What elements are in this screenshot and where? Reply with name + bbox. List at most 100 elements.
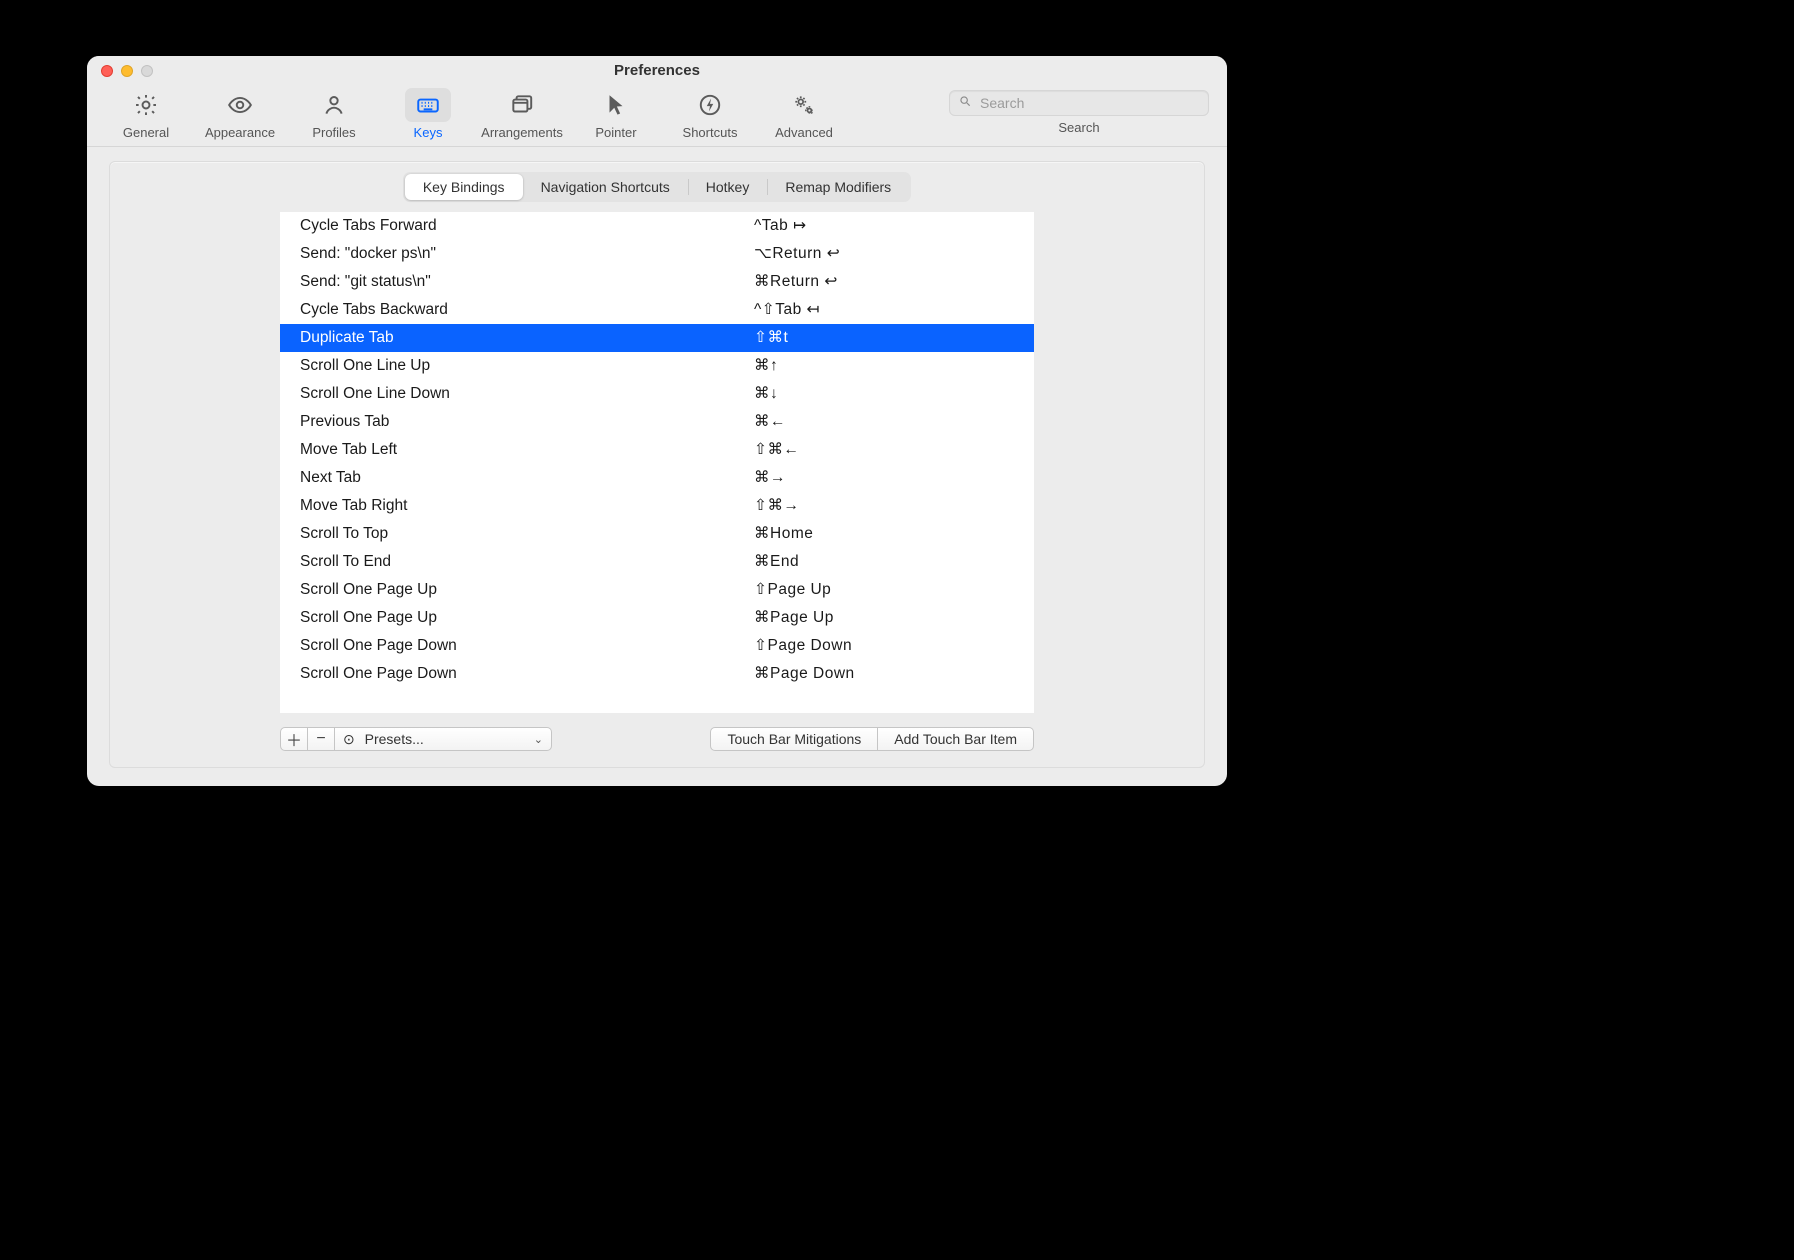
binding-row[interactable]: Send: "docker ps\n"⌥Return ↩ xyxy=(280,240,1034,268)
binding-row[interactable]: Scroll One Line Up⌘↑ xyxy=(280,352,1034,380)
toolbar-item-general[interactable]: General xyxy=(99,88,193,140)
toolbar-item-arrangements[interactable]: Arrangements xyxy=(475,88,569,140)
search-input[interactable] xyxy=(978,94,1200,112)
binding-shortcut: ⇧⌘→ xyxy=(754,494,1014,518)
add-binding-button[interactable]: ＋ xyxy=(280,727,308,751)
toolbar-item-advanced[interactable]: Advanced xyxy=(757,88,851,140)
presets-label: Presets... xyxy=(365,731,424,747)
keyboard-icon xyxy=(405,88,451,122)
binding-shortcut: ^Tab ↦ xyxy=(754,214,1014,238)
binding-action: Send: "git status\n" xyxy=(300,270,754,294)
toolbar-item-profiles[interactable]: Profiles xyxy=(287,88,381,140)
subtab-key-bindings[interactable]: Key Bindings xyxy=(405,174,523,200)
binding-action: Next Tab xyxy=(300,466,754,490)
table-footer: ＋ − ⊙ Presets... ⌄ xyxy=(280,727,1034,751)
toolbar-item-pointer[interactable]: Pointer xyxy=(569,88,663,140)
binding-action: Scroll One Page Up xyxy=(300,578,754,602)
toolbar-item-keys[interactable]: Keys xyxy=(381,88,475,140)
binding-action: Scroll One Line Up xyxy=(300,354,754,378)
search-field[interactable] xyxy=(949,90,1209,116)
gears-icon xyxy=(781,88,827,122)
toolbar-item-label: Shortcuts xyxy=(683,125,738,140)
binding-row[interactable]: Scroll One Page Up⇧Page Up xyxy=(280,576,1034,604)
binding-row[interactable]: Next Tab⌘→ xyxy=(280,464,1034,492)
key-bindings-table[interactable]: Cycle Tabs Forward^Tab ↦Send: "docker ps… xyxy=(280,212,1034,713)
chevron-down-icon: ⌄ xyxy=(534,733,543,746)
window-controls xyxy=(101,65,153,77)
zoom-window-button[interactable] xyxy=(141,65,153,77)
plus-icon: ＋ xyxy=(286,727,302,751)
binding-shortcut: ⌘End xyxy=(754,550,1014,574)
bolt-icon xyxy=(687,88,733,122)
binding-row[interactable]: Scroll One Page Up⌘Page Up xyxy=(280,604,1034,632)
binding-shortcut: ⌥Return ↩ xyxy=(754,242,1014,266)
binding-shortcut: ⌘← xyxy=(754,410,1014,434)
binding-row[interactable]: Move Tab Right⇧⌘→ xyxy=(280,492,1034,520)
window-title: Preferences xyxy=(87,62,1227,79)
binding-row[interactable]: Duplicate Tab⇧⌘t xyxy=(280,324,1034,352)
binding-shortcut: ⌘Page Down xyxy=(754,662,1014,686)
remove-binding-button[interactable]: − xyxy=(308,727,335,751)
binding-shortcut: ⇧Page Down xyxy=(754,634,1014,658)
binding-shortcut: ^⇧Tab ↤ xyxy=(754,298,1014,322)
binding-row[interactable]: Scroll One Page Down⇧Page Down xyxy=(280,632,1034,660)
binding-action: Scroll To Top xyxy=(300,522,754,546)
binding-row[interactable]: Send: "git status\n"⌘Return ↩ xyxy=(280,268,1034,296)
toolbar-item-shortcuts[interactable]: Shortcuts xyxy=(663,88,757,140)
keys-pane: Key BindingsNavigation ShortcutsHotkeyRe… xyxy=(109,161,1205,768)
binding-row[interactable]: Scroll One Page Down⌘Page Down xyxy=(280,660,1034,688)
binding-action: Duplicate Tab xyxy=(300,326,754,350)
binding-action: Scroll To End xyxy=(300,550,754,574)
binding-row[interactable]: Previous Tab⌘← xyxy=(280,408,1034,436)
binding-row[interactable]: Cycle Tabs Forward^Tab ↦ xyxy=(280,212,1034,240)
binding-action: Move Tab Right xyxy=(300,494,754,518)
binding-action: Cycle Tabs Backward xyxy=(300,298,754,322)
binding-shortcut: ⌘Page Up xyxy=(754,606,1014,630)
person-icon xyxy=(311,88,357,122)
cursor-icon xyxy=(593,88,639,122)
binding-action: Scroll One Page Up xyxy=(300,606,754,630)
toolbar-search: Search xyxy=(949,90,1209,135)
presets-dropdown[interactable]: ⊙ Presets... ⌄ xyxy=(335,727,552,751)
preferences-window: Preferences General Appearance Profiles Key… xyxy=(87,56,1227,786)
touch-bar-buttons: Touch Bar Mitigations Add Touch Bar Item xyxy=(710,727,1034,751)
gear-icon xyxy=(123,88,169,122)
windows-icon xyxy=(499,88,545,122)
subtab-bar: Key BindingsNavigation ShortcutsHotkeyRe… xyxy=(403,172,911,202)
close-window-button[interactable] xyxy=(101,65,113,77)
binding-action: Cycle Tabs Forward xyxy=(300,214,754,238)
search-icon xyxy=(958,94,978,113)
subtab-remap-modifiers[interactable]: Remap Modifiers xyxy=(767,174,909,200)
titlebar: Preferences xyxy=(87,56,1227,84)
binding-shortcut: ⇧⌘← xyxy=(754,438,1014,462)
binding-action: Previous Tab xyxy=(300,410,754,434)
touch-bar-mitigations-button[interactable]: Touch Bar Mitigations xyxy=(710,727,878,751)
binding-shortcut: ⌘Home xyxy=(754,522,1014,546)
toolbar-item-label: Appearance xyxy=(205,125,275,140)
subtab-bar-wrap: Key BindingsNavigation ShortcutsHotkeyRe… xyxy=(110,162,1204,212)
subtab-hotkey[interactable]: Hotkey xyxy=(688,174,768,200)
binding-shortcut: ⌘Return ↩ xyxy=(754,270,1014,294)
toolbar-item-label: General xyxy=(123,125,169,140)
preferences-toolbar: General Appearance Profiles Keys Arrangement… xyxy=(87,84,1227,147)
body: Key BindingsNavigation ShortcutsHotkeyRe… xyxy=(87,147,1227,786)
binding-row[interactable]: Scroll One Line Down⌘↓ xyxy=(280,380,1034,408)
binding-shortcut: ⇧⌘t xyxy=(754,326,1014,350)
binding-row[interactable]: Move Tab Left⇧⌘← xyxy=(280,436,1034,464)
minus-icon: − xyxy=(316,730,325,748)
binding-row[interactable]: Scroll To Top⌘Home xyxy=(280,520,1034,548)
binding-action: Move Tab Left xyxy=(300,438,754,462)
subtab-navigation-shortcuts[interactable]: Navigation Shortcuts xyxy=(523,174,688,200)
binding-row[interactable]: Cycle Tabs Backward^⇧Tab ↤ xyxy=(280,296,1034,324)
binding-shortcut: ⌘↓ xyxy=(754,382,1014,406)
add-touch-bar-item-button[interactable]: Add Touch Bar Item xyxy=(878,727,1034,751)
binding-action: Scroll One Page Down xyxy=(300,634,754,658)
row-edit-buttons: ＋ − ⊙ Presets... ⌄ xyxy=(280,727,552,751)
toolbar-item-label: Arrangements xyxy=(481,125,563,140)
eye-icon xyxy=(217,88,263,122)
search-label: Search xyxy=(1058,120,1099,135)
toolbar-item-appearance[interactable]: Appearance xyxy=(193,88,287,140)
toolbar-item-label: Profiles xyxy=(312,125,355,140)
minimize-window-button[interactable] xyxy=(121,65,133,77)
binding-row[interactable]: Scroll To End⌘End xyxy=(280,548,1034,576)
